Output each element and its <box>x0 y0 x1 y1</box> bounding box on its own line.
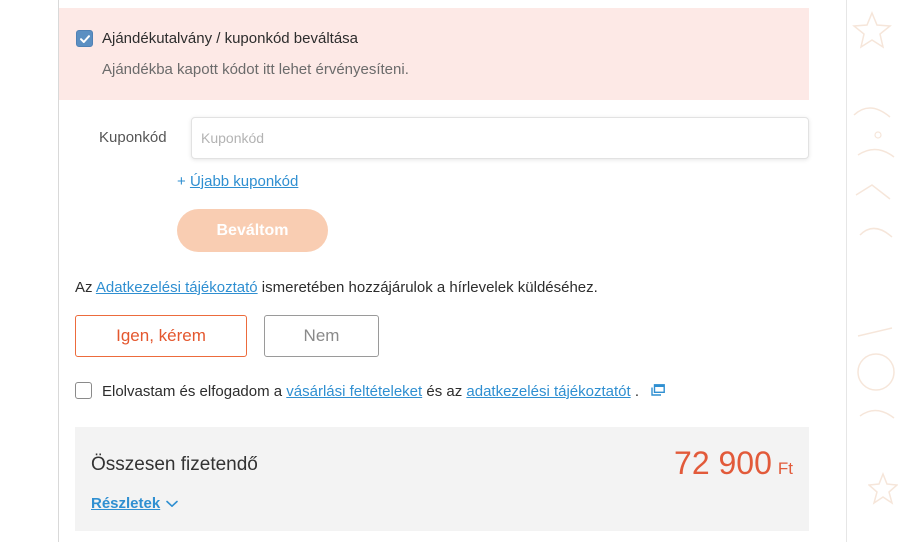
newsletter-consent-text: Az Adatkezelési tájékoztató ismeretében … <box>75 279 598 296</box>
decorative-star-icon <box>852 11 892 49</box>
purchase-terms-link[interactable]: vásárlási feltételeket <box>286 383 422 400</box>
chevron-down-icon <box>166 500 179 507</box>
add-coupon-plus: + <box>177 173 186 190</box>
details-label: Részletek <box>91 495 161 512</box>
decorative-star-small-icon <box>868 471 898 505</box>
total-amount: 72 900 Ft <box>674 445 793 482</box>
terms-text-3: . <box>634 383 640 400</box>
data-policy-link[interactable]: adatkezelési tájékoztatót <box>466 383 630 400</box>
add-coupon-label: Újabb kuponkód <box>189 173 299 190</box>
privacy-policy-link[interactable]: Adatkezelési tájékoztató <box>96 279 258 296</box>
terms-text: Elolvastam és elfogadom a vásárlási felt… <box>102 383 665 400</box>
newsletter-yes-button[interactable]: Igen, kérem <box>75 315 247 357</box>
terms-text-1: Elolvastam és elfogadom a <box>102 383 283 400</box>
coupon-input[interactable] <box>191 117 809 159</box>
details-toggle[interactable]: Részletek <box>91 495 179 512</box>
external-window-icon[interactable] <box>651 383 665 400</box>
terms-checkbox[interactable] <box>75 382 92 399</box>
gift-voucher-checkbox[interactable] <box>76 30 93 47</box>
terms-text-2: és az <box>426 383 463 400</box>
total-amount-value: 72 900 <box>674 445 772 481</box>
checkmark-icon <box>80 35 90 43</box>
consent-text-before: Az <box>75 279 93 296</box>
gift-voucher-title[interactable]: Ajándékutalvány / kuponkód beváltása <box>102 30 358 47</box>
order-total-panel: Összesen fizetendő 72 900 Ft Részletek <box>75 427 809 531</box>
consent-text-after: ismeretében hozzájárulok a hírlevelek kü… <box>261 279 598 296</box>
add-coupon-link[interactable]: + Újabb kuponkód <box>177 173 298 190</box>
decorative-doodle-icon <box>853 107 895 238</box>
coupon-label: Kuponkód <box>99 129 167 146</box>
total-label: Összesen fizetendő <box>91 454 258 475</box>
total-currency: Ft <box>777 459 793 478</box>
gift-voucher-subtitle: Ajándékba kapott kódot itt lehet érvénye… <box>102 61 409 78</box>
right-border-line <box>846 0 847 542</box>
redeem-button[interactable]: Beváltom <box>177 209 328 252</box>
gift-voucher-panel: Ajándékutalvány / kuponkód beváltása Ajá… <box>59 8 809 100</box>
decorative-circle-icon <box>857 327 895 419</box>
newsletter-no-button[interactable]: Nem <box>264 315 379 357</box>
